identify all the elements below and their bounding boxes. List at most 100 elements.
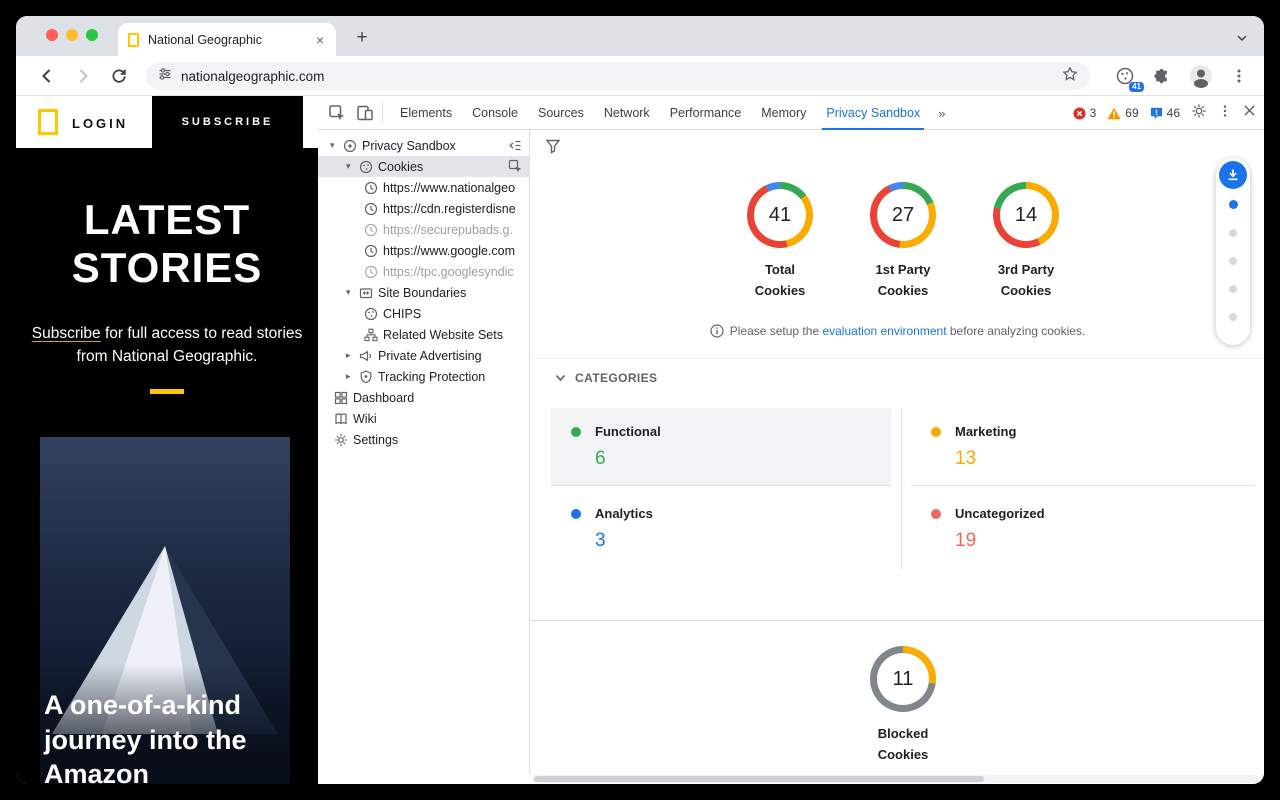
scrollbar-thumb[interactable] xyxy=(534,776,984,782)
extensions-puzzle-icon[interactable] xyxy=(1148,63,1174,89)
website-pane: LOGIN SUBSCRIBE LATEST STORIES Subscribe… xyxy=(16,96,318,784)
tab-close-icon[interactable]: × xyxy=(314,32,326,48)
site-header: LOGIN SUBSCRIBE xyxy=(16,96,318,148)
categories-section-header[interactable]: CATEGORIES xyxy=(555,371,657,385)
tree-item-cookie-url[interactable]: https://www.nationalgeo xyxy=(318,177,529,198)
login-link[interactable]: LOGIN xyxy=(72,116,128,131)
first-party-cookies-count: 27 xyxy=(870,182,936,248)
evaluation-environment-link[interactable]: evaluation environment xyxy=(822,324,946,338)
chevron-right-icon[interactable]: ▸ xyxy=(346,371,359,382)
tree-item-wiki[interactable]: Wiki xyxy=(318,408,529,429)
inspect-cursor-icon[interactable] xyxy=(508,159,523,174)
tree-item-dashboard[interactable]: Dashboard xyxy=(318,387,529,408)
tab-sources[interactable]: Sources xyxy=(528,96,594,130)
devtools-settings-gear-icon[interactable] xyxy=(1191,103,1207,124)
new-tab-button[interactable]: + xyxy=(348,24,376,52)
back-icon[interactable] xyxy=(38,67,56,85)
tab-performance[interactable]: Performance xyxy=(660,96,752,130)
filter-funnel-icon[interactable] xyxy=(545,138,561,154)
tree-item-chips[interactable]: CHIPS xyxy=(318,303,529,324)
close-window-button[interactable] xyxy=(46,29,58,41)
download-report-button[interactable] xyxy=(1219,161,1247,189)
category-analytics[interactable]: Analytics 3 xyxy=(551,490,891,570)
bookmark-star-icon[interactable] xyxy=(1062,66,1078,87)
tab-search-chevron-icon[interactable] xyxy=(1232,28,1252,48)
collapse-panel-icon[interactable] xyxy=(508,138,523,153)
tab-elements[interactable]: Elements xyxy=(390,96,462,130)
info-icon xyxy=(710,324,724,338)
browser-toolbar: nationalgeographic.com 41 xyxy=(16,56,1264,96)
forward-icon[interactable] xyxy=(74,67,92,85)
first-party-cookies-label: 1st PartyCookies xyxy=(848,260,958,302)
reload-icon[interactable] xyxy=(110,67,128,85)
total-cookies-label: TotalCookies xyxy=(725,260,835,302)
url-text: nationalgeographic.com xyxy=(181,69,324,84)
subscribe-link[interactable]: Subscribe xyxy=(32,325,101,342)
chevron-right-icon[interactable]: ▸ xyxy=(346,350,359,361)
cookie-extension-icon[interactable]: 41 xyxy=(1112,63,1138,89)
tree-item-cookie-url[interactable]: https://cdn.registerdisne xyxy=(318,198,529,219)
tree-item-site-boundaries[interactable]: ▾ Site Boundaries xyxy=(318,282,529,303)
download-icon xyxy=(1226,168,1240,182)
category-marketing[interactable]: Marketing 13 xyxy=(911,408,1255,486)
profile-avatar[interactable] xyxy=(1188,63,1214,89)
category-count: 6 xyxy=(595,448,891,470)
step-dot[interactable] xyxy=(1229,229,1237,237)
tree-item-settings[interactable]: Settings xyxy=(318,429,529,450)
category-functional[interactable]: Functional 6 xyxy=(551,408,891,486)
floating-toolbar xyxy=(1216,158,1250,345)
tree-item-related-website-sets[interactable]: Related Website Sets xyxy=(318,324,529,345)
step-dot[interactable] xyxy=(1229,285,1237,293)
address-bar[interactable]: nationalgeographic.com xyxy=(146,62,1090,90)
device-toolbar-icon[interactable] xyxy=(356,104,374,122)
inspect-element-icon[interactable] xyxy=(328,104,346,122)
extension-badge: 41 xyxy=(1129,82,1144,92)
step-dot[interactable] xyxy=(1229,313,1237,321)
tab-strip: National Geographic × + xyxy=(16,16,1264,56)
tab-memory[interactable]: Memory xyxy=(751,96,816,130)
hero-caption[interactable]: A one-of-a-kind journey into the Amazon xyxy=(44,688,264,784)
site-info-icon[interactable] xyxy=(158,67,172,86)
more-tabs-icon[interactable]: » xyxy=(930,96,952,130)
tree-item-cookie-url[interactable]: https://www.google.com xyxy=(318,240,529,261)
subscribe-button[interactable]: SUBSCRIBE xyxy=(152,96,303,148)
total-cookies-count: 41 xyxy=(747,182,813,248)
browser-tab[interactable]: National Geographic × xyxy=(118,23,336,56)
maximize-window-button[interactable] xyxy=(86,29,98,41)
tree-item-privacy-sandbox[interactable]: ▾ Privacy Sandbox xyxy=(318,135,529,156)
natgeo-logo[interactable] xyxy=(38,109,58,135)
horizontal-scrollbar[interactable] xyxy=(532,775,1258,783)
third-party-cookies-label: 3rd PartyCookies xyxy=(971,260,1081,302)
step-dot[interactable] xyxy=(1229,257,1237,265)
category-uncategorized[interactable]: Uncategorized 19 xyxy=(911,490,1255,570)
chevron-down-icon[interactable]: ▾ xyxy=(346,161,359,172)
third-party-cookies-card: 14 3rd PartyCookies xyxy=(971,182,1081,302)
devtools-panel: Elements Console Sources Network Perform… xyxy=(318,96,1264,784)
section-divider xyxy=(531,358,1264,359)
privacy-sandbox-main: 41 TotalCookies 27 1st PartyCookies 14 xyxy=(531,130,1264,774)
category-color-dot xyxy=(571,509,581,519)
issues-badge[interactable]: 46 xyxy=(1150,106,1180,120)
minimize-window-button[interactable] xyxy=(66,29,78,41)
third-party-cookies-count: 14 xyxy=(993,182,1059,248)
tab-console[interactable]: Console xyxy=(462,96,528,130)
devtools-menu-kebab-icon[interactable] xyxy=(1218,104,1232,123)
tree-item-private-advertising[interactable]: ▸ Private Advertising xyxy=(318,345,529,366)
tree-item-tracking-protection[interactable]: ▸ Tracking Protection xyxy=(318,366,529,387)
setup-info-message: Please setup the evaluation environment … xyxy=(531,324,1264,338)
tab-network[interactable]: Network xyxy=(594,96,660,130)
chevron-down-icon[interactable]: ▾ xyxy=(330,140,343,151)
devtools-toolbar: Elements Console Sources Network Perform… xyxy=(318,96,1264,130)
tree-item-cookies[interactable]: ▾ Cookies xyxy=(318,156,529,177)
chevron-down-icon[interactable]: ▾ xyxy=(346,287,359,298)
warning-badge[interactable]: 69 xyxy=(1107,106,1138,120)
browser-menu-kebab-icon[interactable] xyxy=(1226,63,1252,89)
tree-item-cookie-url[interactable]: https://tpc.googlesyndic xyxy=(318,261,529,282)
privacy-sandbox-tree: ▾ Privacy Sandbox ▾ Cookies https://www.… xyxy=(318,130,530,774)
error-badge[interactable]: 3 xyxy=(1073,106,1097,120)
step-dot-active[interactable] xyxy=(1229,200,1238,209)
column-divider xyxy=(901,408,902,570)
tree-item-cookie-url[interactable]: https://securepubads.g. xyxy=(318,219,529,240)
tab-privacy-sandbox[interactable]: Privacy Sandbox xyxy=(816,96,930,130)
devtools-close-icon[interactable] xyxy=(1243,104,1256,122)
